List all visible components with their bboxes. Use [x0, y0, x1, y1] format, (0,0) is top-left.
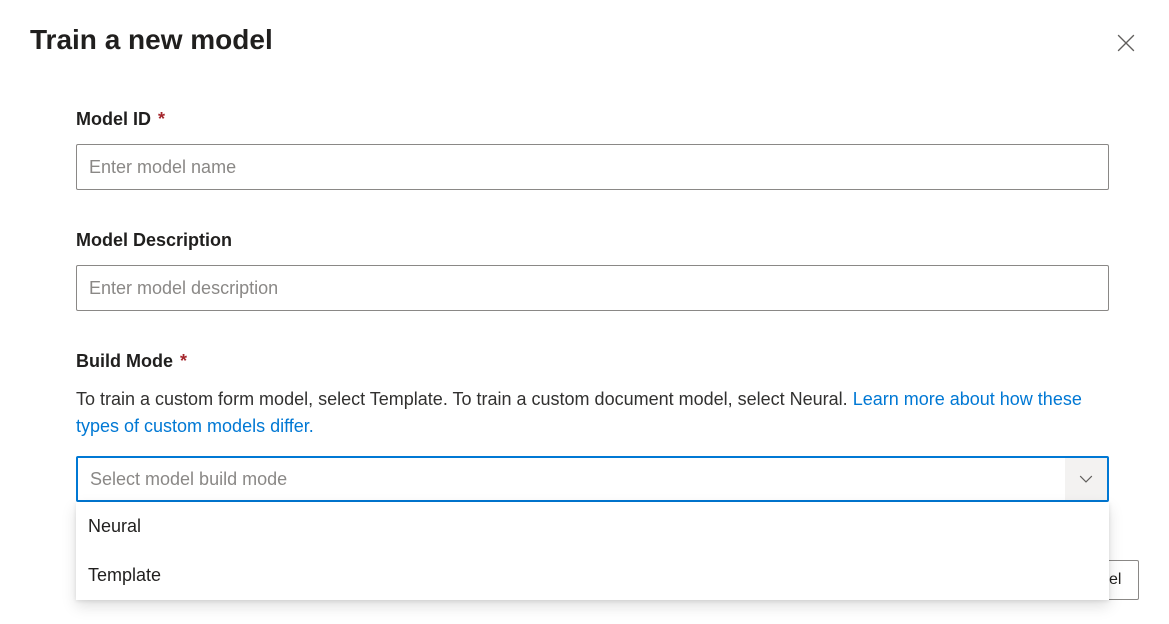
train-model-dialog: Train a new model Model ID * Model Descr… — [0, 0, 1169, 624]
model-id-label: Model ID * — [76, 109, 1109, 130]
build-mode-select-wrapper: Select model build mode Neural Template — [76, 456, 1109, 502]
model-id-label-text: Model ID — [76, 109, 151, 129]
model-description-input[interactable] — [76, 265, 1109, 311]
model-description-label: Model Description — [76, 230, 1109, 251]
build-mode-select[interactable]: Select model build mode — [76, 456, 1109, 502]
chevron-down-icon — [1079, 472, 1093, 486]
footer-button-partial-text: el — [1109, 571, 1121, 589]
required-indicator: * — [180, 351, 187, 371]
build-mode-help-text: To train a custom form model, select Tem… — [76, 389, 853, 409]
close-icon — [1117, 34, 1135, 52]
build-mode-placeholder: Select model build mode — [90, 469, 287, 490]
footer-button-partial[interactable]: el — [1107, 560, 1139, 600]
build-mode-label-text: Build Mode — [76, 351, 173, 371]
model-id-field: Model ID * — [76, 109, 1109, 190]
dropdown-option-template[interactable]: Template — [76, 551, 1109, 600]
dropdown-option-neural[interactable]: Neural — [76, 502, 1109, 551]
required-indicator: * — [158, 109, 165, 129]
build-mode-help: To train a custom form model, select Tem… — [76, 386, 1109, 440]
select-caret-button[interactable] — [1065, 458, 1107, 500]
dialog-title: Train a new model — [30, 24, 273, 56]
model-description-field: Model Description — [76, 230, 1109, 311]
build-mode-label: Build Mode * — [76, 351, 1109, 372]
build-mode-field: Build Mode * To train a custom form mode… — [76, 351, 1109, 502]
close-button[interactable] — [1113, 30, 1139, 59]
dialog-header: Train a new model — [30, 24, 1139, 59]
build-mode-dropdown: Neural Template — [76, 502, 1109, 600]
model-id-input[interactable] — [76, 144, 1109, 190]
form-body: Model ID * Model Description Build Mode … — [30, 109, 1139, 502]
